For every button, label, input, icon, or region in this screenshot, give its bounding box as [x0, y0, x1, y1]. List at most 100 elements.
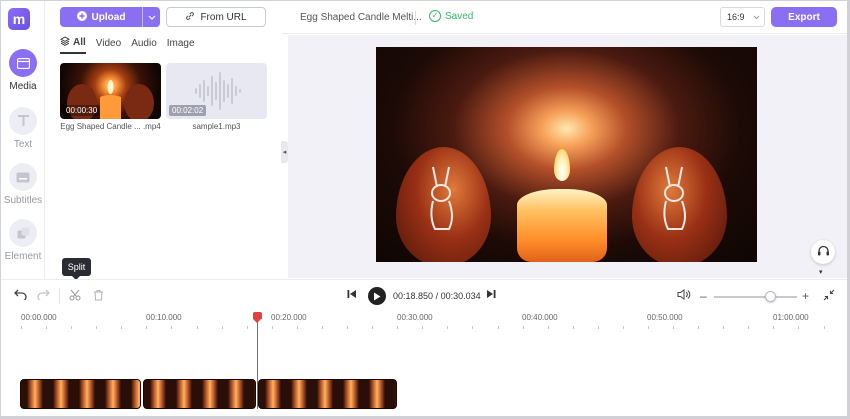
ruler-tick-label: 00:30.000 — [397, 313, 433, 322]
collapse-arrows-icon — [823, 289, 835, 301]
undo-icon — [14, 289, 27, 300]
divider — [415, 11, 416, 25]
link-icon — [185, 11, 195, 24]
text-icon — [9, 107, 37, 135]
ruler-tick-label: 00:20.000 — [271, 313, 307, 322]
saved-status: ✓ Saved — [429, 10, 473, 22]
skip-forward-icon — [487, 290, 496, 298]
sidebar-item-subtitles[interactable]: Subtitles — [1, 163, 45, 206]
undo-button[interactable] — [14, 289, 27, 300]
video-bunny-right — [663, 166, 686, 230]
top-bar: Egg Shaped Candle Melti... ✓ Saved 16:9 … — [282, 1, 847, 34]
preview-area: ▾ — [288, 35, 847, 278]
upload-plus-icon — [76, 10, 87, 24]
media-name: Egg Shaped Candle ... .mp4 — [60, 122, 161, 131]
tab-audio[interactable]: Audio — [131, 36, 157, 54]
zoom-slider-track[interactable] — [714, 296, 797, 298]
tab-video[interactable]: Video — [96, 36, 121, 54]
from-url-label: From URL — [200, 11, 247, 23]
skip-back-button[interactable] — [347, 289, 357, 299]
upload-dropdown-chevron-down-icon[interactable] — [142, 7, 160, 27]
ruler-tick-label: 00:50.000 — [647, 313, 683, 322]
video-clip[interactable] — [258, 379, 397, 409]
timeline-toolbar: 00:18.850 / 00:30.034 – + — [1, 279, 847, 311]
play-button[interactable] — [368, 287, 386, 305]
video-clip[interactable] — [143, 379, 256, 409]
redo-button[interactable] — [37, 289, 50, 300]
upload-button-main[interactable]: Upload — [60, 10, 142, 24]
zoom-in-icon[interactable]: + — [802, 289, 809, 303]
video-preview[interactable] — [376, 47, 757, 262]
media-panel: Upload From URL All Video Audio Image 00… — [46, 1, 281, 278]
zoom-out-icon[interactable]: – — [700, 289, 707, 303]
tab-image[interactable]: Image — [167, 36, 195, 54]
sync-button[interactable] — [811, 240, 835, 264]
tab-all[interactable]: All — [60, 36, 86, 54]
tab-label: Video — [95, 38, 122, 49]
skip-back-icon — [347, 290, 356, 298]
check-circle-icon: ✓ — [429, 10, 441, 22]
sidebar-item-element[interactable]: Element — [1, 219, 45, 262]
playhead-handle[interactable] — [253, 312, 262, 323]
sidebar-item-label: Text — [13, 139, 33, 150]
sidebar-item-text[interactable]: Text — [1, 107, 45, 150]
element-icon — [9, 219, 37, 247]
ruler-tick-label: 00:40.000 — [522, 313, 558, 322]
video-candle — [517, 189, 607, 262]
volume-button[interactable] — [677, 289, 691, 300]
media-duration: 00:00:30 — [63, 105, 101, 116]
upload-button[interactable]: Upload — [60, 7, 160, 27]
media-duration: 00:02:02 — [169, 105, 207, 116]
media-item-audio[interactable]: 00:02:02 sample1.mp3 — [166, 63, 267, 131]
aspect-ratio-value: 16:9 — [727, 12, 745, 22]
media-filter-tabs: All Video Audio Image — [60, 36, 195, 54]
collapse-panel-chevron-left-icon[interactable]: ◂ — [281, 141, 288, 163]
saved-label: Saved — [445, 10, 474, 22]
ruler-tick-label: 01:00.000 — [773, 313, 809, 322]
app-logo-icon: m — [8, 8, 30, 30]
left-rail: m Media Text Subtitles Element — [1, 1, 45, 278]
editor-window: m Media Text Subtitles Element Upload Fr… — [0, 0, 850, 419]
sidebar-item-label: Subtitles — [3, 195, 43, 206]
scissors-icon — [69, 289, 81, 301]
ruler-tick-label: 00:10.000 — [146, 313, 182, 322]
divider — [59, 288, 60, 304]
upload-label: Upload — [91, 11, 126, 23]
timeline-ruler[interactable]: 00:00.000 00:10.000 00:20.000 00:30.000 … — [1, 311, 847, 329]
video-thumbnail[interactable]: 00:00:30 — [60, 63, 161, 119]
sidebar-item-label: Element — [4, 251, 42, 262]
media-item-video[interactable]: 00:00:30 Egg Shaped Candle ... .mp4 — [60, 63, 161, 131]
split-button[interactable] — [69, 289, 81, 301]
tab-label: All — [73, 37, 86, 48]
delete-button[interactable] — [93, 289, 104, 301]
total-time: 00:30.034 — [440, 291, 481, 301]
layers-icon — [60, 36, 70, 49]
subtitles-icon — [9, 163, 37, 191]
volume-icon — [677, 289, 691, 300]
timeline-track-area — [1, 329, 847, 416]
current-time: 00:18.850 — [393, 291, 434, 301]
skip-forward-button[interactable] — [486, 289, 496, 299]
playhead-line[interactable] — [257, 314, 258, 409]
from-url-button[interactable]: From URL — [166, 7, 266, 27]
chevron-down-icon[interactable]: ▾ — [819, 268, 823, 276]
aspect-ratio-select[interactable]: 16:9 — [720, 7, 765, 27]
headset-icon — [817, 245, 830, 260]
sidebar-item-media[interactable]: Media — [1, 49, 45, 92]
play-icon — [374, 292, 381, 300]
tab-label: Audio — [131, 38, 157, 49]
export-button[interactable]: Export — [771, 7, 837, 27]
chevron-down-icon — [753, 12, 760, 22]
trash-icon — [94, 290, 103, 301]
sidebar-item-label: Media — [9, 81, 37, 92]
redo-icon — [37, 289, 50, 300]
media-name: sample1.mp3 — [192, 122, 241, 131]
video-clip[interactable] — [20, 379, 141, 409]
ruler-tick-label: 00:00.000 — [21, 313, 57, 322]
media-icon — [9, 49, 37, 77]
zoom-slider-handle[interactable] — [764, 291, 776, 302]
tab-label: Image — [166, 38, 195, 49]
fit-timeline-button[interactable] — [823, 289, 835, 301]
project-title[interactable]: Egg Shaped Candle Melti... — [300, 12, 422, 23]
audio-thumbnail[interactable]: 00:02:02 — [166, 63, 267, 119]
